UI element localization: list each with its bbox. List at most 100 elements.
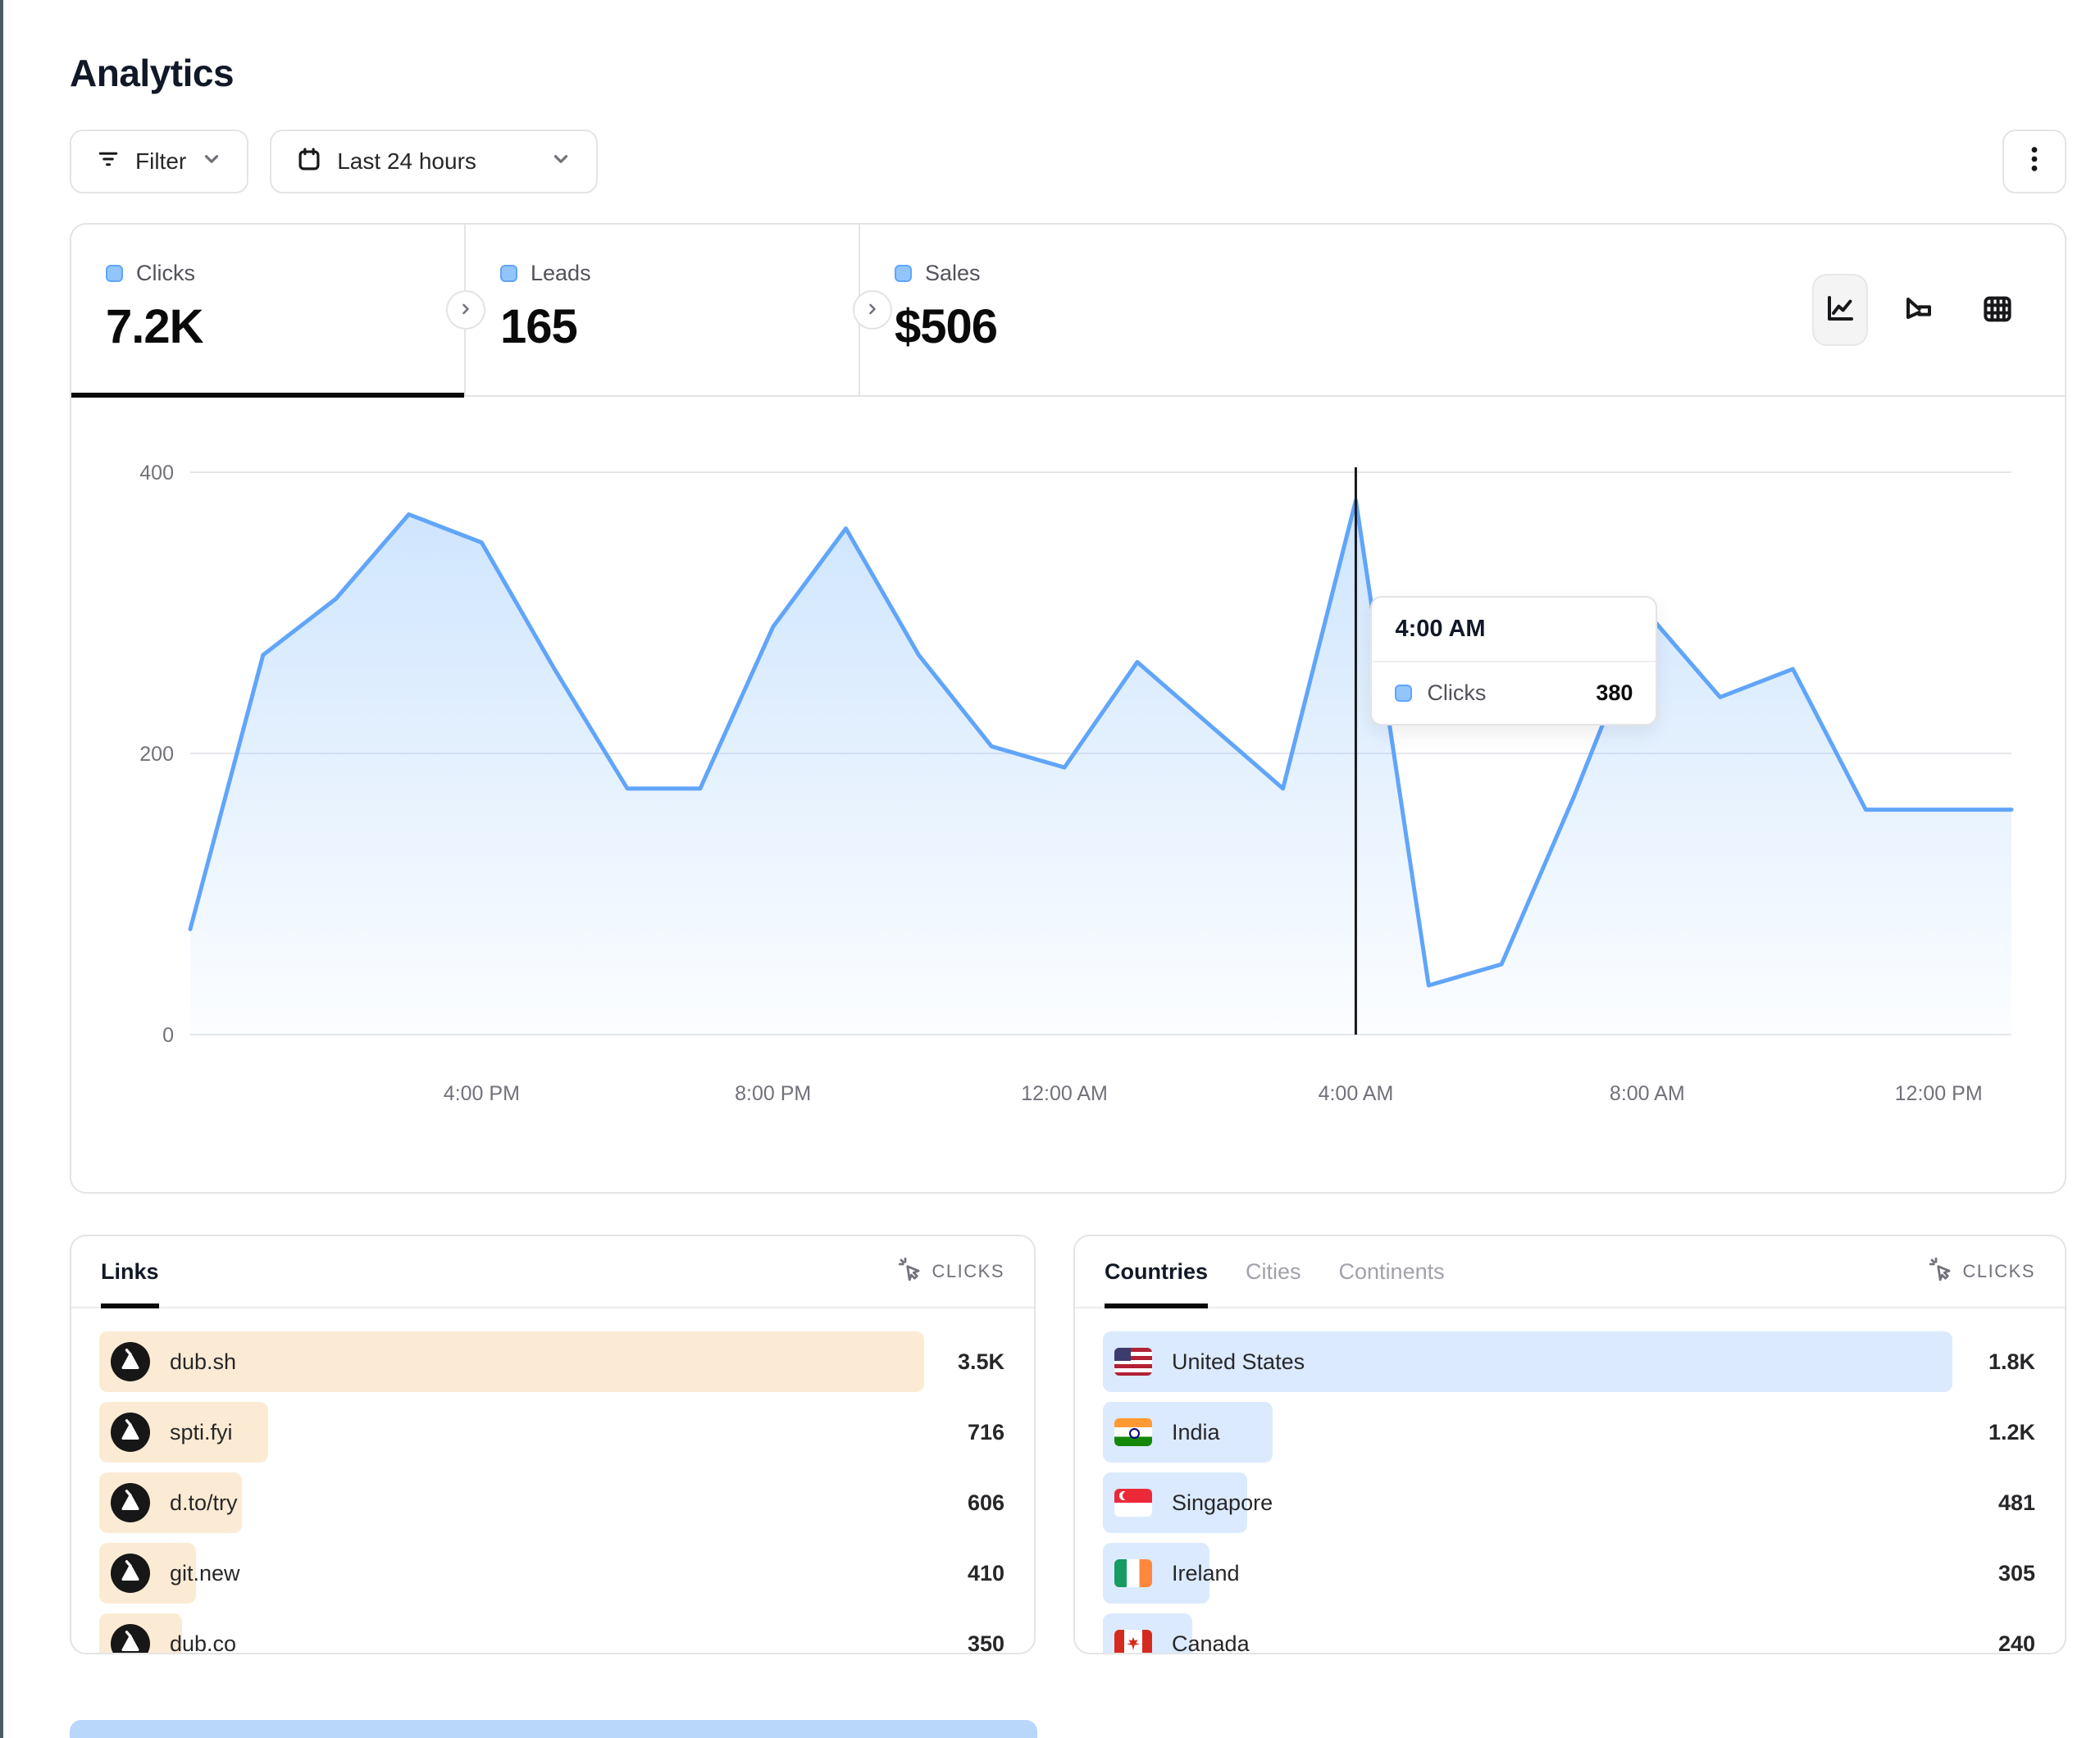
bottom-panels: Links CLICKS dub.sh3.5K spti.fyi716 d.to/t… xyxy=(70,1235,2066,1654)
countries-rows: United States 1.8K India 1.2K Singapore 481 Ir… xyxy=(1075,1308,2065,1654)
dub-logo-icon xyxy=(111,1554,150,1593)
tooltip-series-label: Clicks xyxy=(1427,680,1486,706)
chevron-right-icon xyxy=(864,301,881,320)
kebab-menu-icon xyxy=(2022,145,2047,179)
row-value: 481 xyxy=(1998,1490,2037,1516)
row-label: Singapore xyxy=(1172,1490,1273,1516)
links-panel-header: Links CLICKS xyxy=(71,1236,1034,1308)
tab-countries[interactable]: Countries xyxy=(1105,1236,1208,1307)
row-value: 240 xyxy=(1998,1631,2037,1655)
countries-panel-header: Countries Cities Continents CLICKS xyxy=(1075,1236,2065,1308)
chart-canvas: 0200400 4:00 PM8:00 PM12:00 AM4:00 AM8:0… xyxy=(71,397,2065,1192)
links-panel: Links CLICKS dub.sh3.5K spti.fyi716 d.to/t… xyxy=(70,1235,1036,1654)
svg-text:4:00 PM: 4:00 PM xyxy=(444,1082,520,1105)
calendar-icon xyxy=(296,146,322,178)
analytics-page: Analytics Filter Last 24 hours xyxy=(70,0,2066,1654)
table-grid-icon xyxy=(1980,292,2015,329)
clicks-tab-label: Clicks xyxy=(136,261,195,286)
row-label: Canada xyxy=(1172,1631,1250,1655)
link-row-git-new[interactable]: git.new410 xyxy=(99,1543,1006,1604)
link-row-dub-co[interactable]: dub.co 350 xyxy=(99,1613,1006,1654)
chevron-right-icon xyxy=(458,301,474,320)
row-value: 1.8K xyxy=(1988,1349,2037,1375)
svg-text:8:00 PM: 8:00 PM xyxy=(735,1082,811,1105)
filter-icon xyxy=(96,147,121,177)
svg-text:12:00 AM: 12:00 AM xyxy=(1021,1082,1108,1105)
area-fill xyxy=(190,500,2011,1035)
tooltip-legend-swatch xyxy=(1395,685,1412,702)
svg-text:12:00 PM: 12:00 PM xyxy=(1895,1082,1983,1105)
flag-icon-in xyxy=(1114,1418,1152,1446)
cursor-click-icon xyxy=(898,1257,922,1286)
partial-bottom-bar xyxy=(70,1720,1037,1738)
country-row-canada[interactable]: Canada 240 xyxy=(1103,1613,2037,1654)
more-options-button[interactable] xyxy=(2002,130,2066,193)
cursor-click-icon xyxy=(1929,1257,1953,1286)
chevron-down-icon xyxy=(550,148,572,175)
country-row-united-states[interactable]: United States 1.8K xyxy=(1103,1331,2037,1392)
line-chart-view-button[interactable] xyxy=(1812,274,1868,346)
filter-button[interactable]: Filter xyxy=(70,130,248,193)
expand-leads-button[interactable] xyxy=(853,290,892,330)
clicks-area-chart[interactable]: 0200400 4:00 PM8:00 PM12:00 AM4:00 AM8:0… xyxy=(71,397,2065,1192)
tooltip-time: 4:00 AM xyxy=(1372,598,1656,662)
funnel-chart-view-button[interactable] xyxy=(1891,274,1947,346)
dub-logo-icon xyxy=(111,1342,150,1381)
flag-icon-ie xyxy=(1114,1559,1152,1587)
country-row-india[interactable]: India 1.2K xyxy=(1103,1402,2037,1463)
row-value: 350 xyxy=(968,1631,1006,1655)
row-value: 3.5K xyxy=(958,1349,1006,1375)
svg-text:0: 0 xyxy=(162,1024,174,1047)
links-metric[interactable]: CLICKS xyxy=(898,1257,1004,1286)
row-label: git.new xyxy=(170,1561,240,1586)
country-row-singapore[interactable]: Singapore 481 xyxy=(1103,1472,2037,1533)
countries-metric[interactable]: CLICKS xyxy=(1929,1257,2035,1286)
tab-links[interactable]: Links xyxy=(101,1236,159,1307)
tab-clicks[interactable]: Clicks 7.2K xyxy=(71,225,466,395)
tab-cities[interactable]: Cities xyxy=(1246,1236,1301,1307)
flag-icon-ca xyxy=(1114,1630,1152,1654)
countries-metric-label: CLICKS xyxy=(1963,1261,2035,1282)
leads-value: 165 xyxy=(500,299,824,354)
chart-tooltip: 4:00 AM Clicks 380 xyxy=(1370,596,1657,726)
svg-text:200: 200 xyxy=(139,743,174,766)
page-title: Analytics xyxy=(70,0,2066,95)
x-axis-labels: 4:00 PM8:00 PM12:00 AM4:00 AM8:00 AM12:0… xyxy=(444,1082,1983,1105)
tab-sales[interactable]: Sales $506 xyxy=(860,225,1266,395)
chevron-down-icon xyxy=(201,148,222,175)
y-axis-labels: 0 200 400 xyxy=(139,462,174,1047)
tooltip-value: 380 xyxy=(1596,680,1633,706)
line-chart-icon xyxy=(1823,292,1857,329)
tab-continents[interactable]: Continents xyxy=(1339,1236,1445,1307)
link-row-d-to-try[interactable]: d.to/try606 xyxy=(99,1472,1006,1533)
svg-text:400: 400 xyxy=(139,462,174,485)
toolbar: Filter Last 24 hours xyxy=(70,130,2066,193)
flag-icon-sg xyxy=(1114,1489,1152,1517)
dub-logo-icon xyxy=(111,1483,150,1522)
link-row-spti-fyi[interactable]: spti.fyi716 xyxy=(99,1402,1006,1463)
analytics-card: Clicks 7.2K Leads 165 Sales $506 xyxy=(70,223,2066,1194)
row-value: 305 xyxy=(1998,1561,2037,1586)
date-range-label: Last 24 hours xyxy=(337,148,476,175)
leads-tab-label: Leads xyxy=(531,261,591,286)
date-range-button[interactable]: Last 24 hours xyxy=(270,130,598,193)
sales-tab-label: Sales xyxy=(925,261,981,286)
link-row-dub-sh[interactable]: dub.sh3.5K xyxy=(99,1331,1006,1392)
leads-legend-swatch xyxy=(500,265,517,282)
stats-tabs-row: Clicks 7.2K Leads 165 Sales $506 xyxy=(71,225,2065,397)
row-value: 1.2K xyxy=(1988,1420,2037,1445)
links-rows: dub.sh3.5K spti.fyi716 d.to/try606 git.new4… xyxy=(71,1308,1034,1654)
row-value: 606 xyxy=(968,1490,1006,1516)
expand-clicks-button[interactable] xyxy=(446,290,485,330)
row-label: India xyxy=(1172,1420,1220,1445)
country-row-ireland[interactable]: Ireland 305 xyxy=(1103,1543,2037,1604)
row-label: Ireland xyxy=(1172,1561,1240,1586)
row-label: spti.fyi xyxy=(170,1420,233,1445)
funnel-chart-icon xyxy=(1902,292,1936,329)
clicks-legend-swatch xyxy=(106,265,123,282)
row-label: United States xyxy=(1172,1349,1305,1375)
sales-legend-swatch xyxy=(895,265,912,282)
tab-leads[interactable]: Leads 165 xyxy=(466,225,860,395)
row-label: dub.co xyxy=(170,1631,236,1655)
table-view-button[interactable] xyxy=(1970,274,2025,346)
